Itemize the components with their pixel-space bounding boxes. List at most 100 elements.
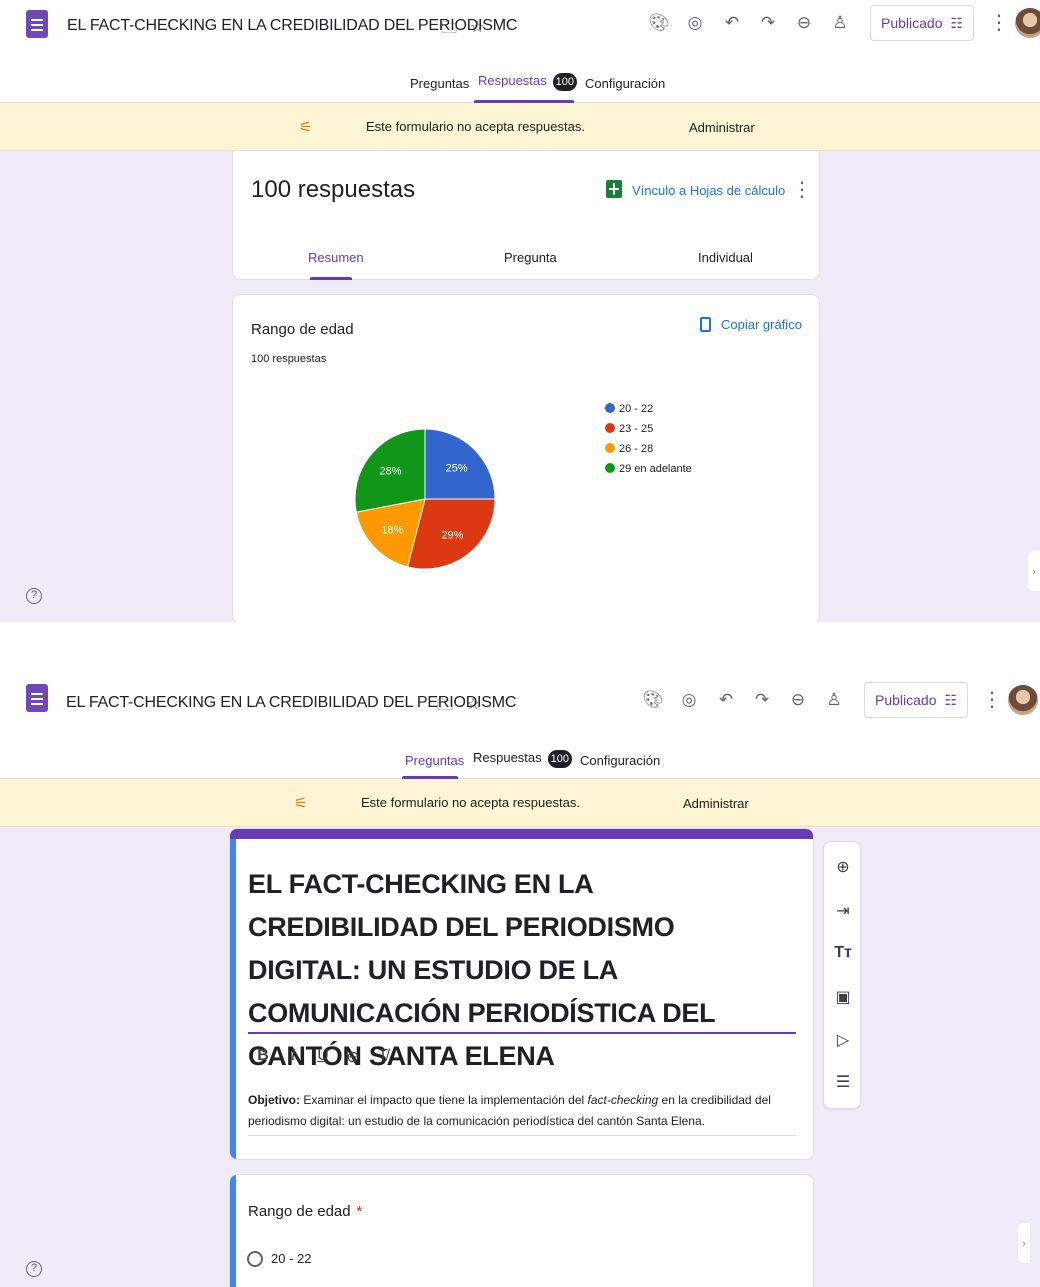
legend-item-2: 26 - 28 — [605, 443, 653, 455]
closed-form-banner: ⚟ Este formulario no acepta respuestas. … — [0, 779, 1040, 827]
manage-button[interactable]: Administrar — [683, 796, 749, 811]
editor-panel: EL FACT-CHECKING EN LA CREDIBILIDAD DEL … — [0, 676, 1040, 1287]
title-underline — [248, 1032, 796, 1034]
copy-chart-button[interactable]: Copiar gráfico — [700, 317, 802, 332]
description-underline — [248, 1135, 796, 1136]
description-text-1: Examinar el impacto que tiene la impleme… — [300, 1093, 588, 1107]
undo-icon[interactable]: ↶ — [720, 11, 744, 35]
tab-settings[interactable]: Configuración — [585, 76, 665, 91]
subtab-individual[interactable]: Individual — [698, 250, 753, 265]
redo-icon[interactable]: ↷ — [750, 688, 774, 712]
clear-format-icon[interactable]: T̸ — [374, 1047, 392, 1065]
help-icon[interactable]: ? — [26, 1261, 42, 1277]
underline-button[interactable]: U — [314, 1047, 332, 1065]
add-collaborator-icon[interactable]: ♙ — [822, 688, 846, 712]
tab-responses-label: Respuestas — [478, 73, 547, 88]
add-collaborator-icon[interactable]: ♙ — [828, 11, 852, 35]
responses-count-badge: 100 — [552, 73, 578, 91]
legend-label-2: 26 - 28 — [619, 443, 654, 455]
sliders-icon: ☷ — [944, 692, 958, 708]
more-menu-icon[interactable]: ⋮ — [989, 13, 1009, 33]
folder-icon[interactable]: 🗀 — [437, 694, 453, 721]
selected-indicator — [230, 839, 236, 1159]
pie-label-1: 29% — [441, 529, 463, 541]
publish-button[interactable]: Publicado ☷ — [870, 5, 975, 41]
closed-icon: ⚟ — [294, 795, 308, 812]
italic-button[interactable]: I — [284, 1047, 302, 1065]
legend-label-3: 29 en adelante — [619, 463, 692, 475]
legend-dot-2 — [605, 443, 615, 453]
redo-icon[interactable]: ↷ — [756, 11, 780, 35]
publish-label: Publicado — [875, 692, 937, 708]
selected-indicator — [230, 1175, 236, 1287]
closed-icon: ⚟ — [299, 119, 313, 136]
pie-label-3: 28% — [379, 465, 401, 477]
pie-label-0: 25% — [446, 462, 468, 474]
top-bar: EL FACT-CHECKING EN LA CREDIBILIDAD DEL … — [0, 0, 1040, 103]
forms-logo-icon[interactable] — [26, 684, 48, 712]
question-card[interactable]: Rango de edad * 20 - 22 — [229, 1174, 814, 1287]
add-title-icon[interactable]: Tт — [824, 944, 862, 962]
link-to-sheets[interactable]: Vínculo a Hojas de cálculo — [632, 183, 785, 198]
sheets-icon[interactable] — [606, 180, 622, 198]
add-image-icon[interactable]: ▣ — [824, 987, 862, 1007]
avatar[interactable] — [1008, 685, 1038, 715]
palette-icon[interactable]: 🎨︎ — [641, 688, 665, 712]
add-video-icon[interactable]: ▷ — [824, 1030, 862, 1050]
palette-icon[interactable]: 🎨︎ — [647, 11, 671, 35]
option-radio[interactable] — [247, 1251, 263, 1267]
banner-message: Este formulario no acepta respuestas. — [366, 119, 585, 134]
import-questions-icon[interactable]: ⇥ — [824, 901, 862, 921]
responses-summary-card: 100 respuestas Vínculo a Hojas de cálcul… — [232, 150, 820, 280]
option-label[interactable]: 20 - 22 — [271, 1251, 311, 1266]
pie-label-2: 18% — [381, 525, 403, 537]
preview-icon[interactable]: ◎ — [683, 11, 707, 35]
manage-button[interactable]: Administrar — [689, 120, 755, 135]
side-panel-toggle-icon[interactable]: › — [1028, 551, 1040, 591]
side-panel-toggle-icon[interactable]: › — [1018, 1223, 1030, 1263]
tab-questions[interactable]: Preguntas — [405, 753, 464, 768]
form-description[interactable]: Objetivo: Examinar el impacto que tiene … — [248, 1090, 798, 1132]
sliders-icon: ☷ — [950, 15, 964, 31]
floating-toolbar: ⊕ ⇥ Tт ▣ ▷ ☰ — [823, 841, 861, 1109]
copy-chart-label: Copiar gráfico — [721, 317, 802, 332]
pie-chart: 25% 29% 18% 28% — [354, 428, 496, 570]
publish-button[interactable]: Publicado ☷ — [864, 682, 969, 718]
legend-item-3: 29 en adelante — [605, 463, 692, 475]
banner-message: Este formulario no acepta respuestas. — [361, 795, 580, 810]
preview-icon[interactable]: ◎ — [677, 688, 701, 712]
tab-responses-label: Respuestas — [473, 750, 542, 765]
tab-settings[interactable]: Configuración — [580, 753, 660, 768]
form-header-card[interactable]: EL FACT-CHECKING EN LA CREDIBILIDAD DEL … — [229, 828, 814, 1160]
tab-responses[interactable]: Respuestas 100 — [473, 750, 573, 768]
star-icon[interactable]: ☆ — [466, 694, 480, 714]
description-italic: fact-checking — [587, 1093, 659, 1107]
question-label[interactable]: Rango de edad * — [248, 1203, 362, 1220]
more-menu-icon[interactable]: ⋮ — [982, 690, 1002, 710]
forms-logo-icon[interactable] — [26, 10, 48, 38]
tab-responses[interactable]: Respuestas 100 — [478, 73, 578, 91]
tab-questions[interactable]: Preguntas — [410, 76, 469, 91]
responses-panel: EL FACT-CHECKING EN LA CREDIBILIDAD DEL … — [0, 0, 1040, 622]
subtab-question[interactable]: Pregunta — [504, 250, 557, 265]
undo-icon[interactable]: ↶ — [714, 688, 738, 712]
add-question-icon[interactable]: ⊕ — [824, 857, 862, 877]
help-icon[interactable]: ? — [26, 588, 42, 604]
star-icon[interactable]: ☆ — [470, 17, 484, 37]
subtab-summary[interactable]: Resumen — [308, 250, 364, 265]
link-format-icon[interactable]: ⊖ — [344, 1047, 362, 1067]
screenshot-gap — [0, 622, 1040, 676]
avatar[interactable] — [1015, 8, 1040, 38]
link-icon[interactable]: ⊖ — [792, 11, 816, 35]
description-label: Objetivo: — [248, 1093, 301, 1107]
add-section-icon[interactable]: ☰ — [824, 1072, 862, 1092]
chart-question-title: Rango de edad — [251, 321, 354, 338]
folder-icon[interactable]: 🗀 — [441, 17, 457, 44]
bold-button[interactable]: B — [254, 1047, 272, 1065]
summary-tab-indicator — [310, 277, 352, 280]
legend-dot-0 — [605, 403, 615, 413]
link-icon[interactable]: ⊖ — [786, 688, 810, 712]
form-title[interactable]: EL FACT-CHECKING EN LA CREDIBILIDAD DEL … — [248, 863, 768, 1078]
responses-more-icon[interactable]: ⋮ — [792, 180, 812, 200]
legend-dot-1 — [605, 423, 615, 433]
